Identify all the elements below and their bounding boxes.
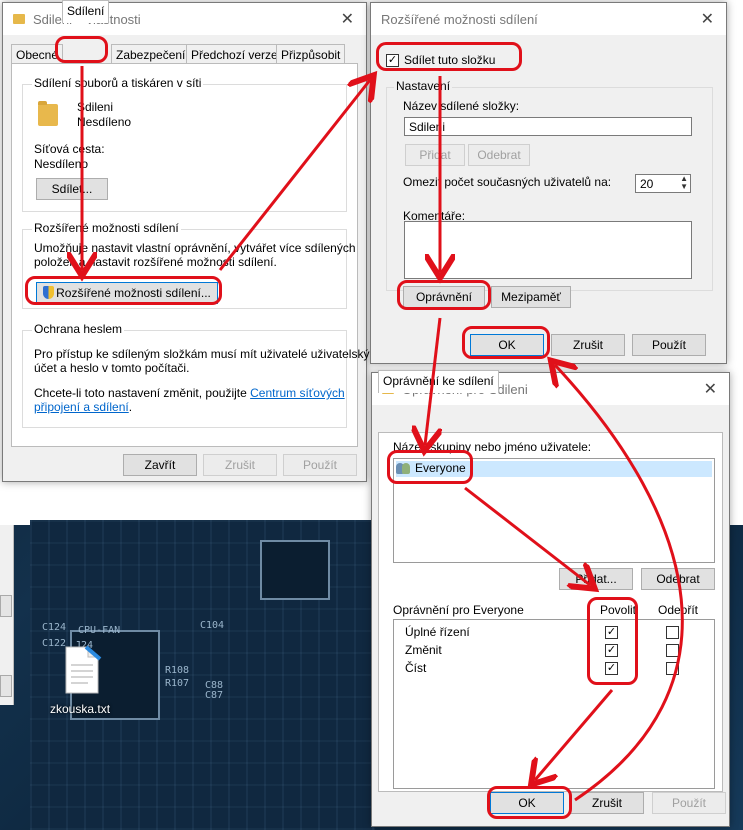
list-item-selected[interactable]: Everyone bbox=[396, 461, 712, 477]
close-icon[interactable]: ✕ bbox=[701, 9, 714, 29]
share-name-label: Název sdílené složky: bbox=[403, 99, 520, 113]
advanced-sharing-button[interactable]: Rozšířené možnosti sdílení... bbox=[36, 282, 218, 304]
tab-security[interactable]: Zabezpečení bbox=[111, 44, 191, 64]
tab-sharing[interactable]: Sdílení bbox=[62, 0, 110, 23]
share-name-field[interactable]: Sdileni bbox=[404, 117, 692, 136]
tab-share-permissions[interactable]: Oprávnění ke sdílení bbox=[378, 370, 499, 393]
allow-full-control-checkbox[interactable]: ✓ bbox=[605, 626, 618, 639]
permissions-dialog: Oprávnění pro Sdileni ✕ Oprávnění ke sdí… bbox=[371, 370, 730, 827]
spin-arrows-icon[interactable]: ▲ ▼ bbox=[680, 175, 688, 191]
group-label: Ochrana heslem bbox=[32, 322, 125, 336]
advanced-description: položek a nastavit rozšířené možnosti sd… bbox=[34, 255, 277, 269]
title-bar: Rozšířené možnosti sdílení ✕ bbox=[371, 3, 726, 35]
permission-label: Číst bbox=[405, 661, 427, 675]
folder-name: Sdileni bbox=[77, 100, 114, 114]
caching-button[interactable]: Mezipaměť bbox=[491, 286, 571, 308]
group-label: Sdílení souborů a tiskáren v síti bbox=[32, 76, 204, 90]
password-change-text-prefix: Chcete-li toto nastavení změnit, použijt… bbox=[34, 386, 251, 400]
group-label: Rozšířené možnosti sdílení bbox=[32, 221, 181, 235]
deny-full-control-checkbox[interactable] bbox=[666, 626, 679, 639]
network-center-link[interactable]: Centrum síťových bbox=[250, 386, 345, 400]
add-share-button[interactable]: Přidat bbox=[405, 144, 465, 166]
remove-share-button[interactable]: Odebrat bbox=[468, 144, 530, 166]
deny-change-checkbox[interactable] bbox=[666, 644, 679, 657]
apply-button[interactable]: Použít bbox=[283, 454, 357, 476]
apply-button[interactable]: Použít bbox=[632, 334, 706, 356]
add-user-button[interactable]: Přidat... bbox=[559, 568, 633, 590]
window-title: Rozšířené možnosti sdílení bbox=[381, 12, 538, 27]
properties-dialog: Sdileni – vlastnosti ✕ Obecné Sdílení Za… bbox=[2, 0, 369, 482]
sharing-panel: Sdílení souborů a tiskáren v síti Sdilen… bbox=[11, 63, 369, 447]
password-change-text: Chcete-li toto nastavení změnit, použijt… bbox=[34, 386, 345, 400]
ok-button[interactable]: OK bbox=[470, 334, 544, 356]
cancel-button[interactable]: Zrušit bbox=[570, 792, 644, 814]
board-label: R107 bbox=[165, 678, 190, 689]
wallpaper-chip bbox=[260, 540, 330, 600]
permissions-button[interactable]: Oprávnění bbox=[403, 286, 485, 308]
password-description: Pro přístup ke sdíleným složkám musí mít… bbox=[34, 347, 370, 361]
permission-label: Změnit bbox=[405, 643, 442, 657]
network-path-label: Síťová cesta: bbox=[34, 142, 105, 156]
board-label: C124 bbox=[42, 622, 67, 633]
close-icon[interactable]: ✕ bbox=[341, 9, 354, 29]
folder-icon bbox=[38, 101, 58, 126]
board-label: CPU-FAN bbox=[78, 625, 121, 636]
user-limit-label: Omezit počet současných uživatelů na: bbox=[403, 175, 612, 189]
advanced-sharing-button-label: Rozšířené možnosti sdílení... bbox=[56, 286, 211, 300]
advanced-description: Umožňuje nastavit vlastní oprávnění, vyt… bbox=[34, 241, 356, 255]
user-limit-value: 20 bbox=[640, 177, 654, 191]
close-button[interactable]: Zavřít bbox=[123, 454, 197, 476]
network-center-link-2[interactable]: připojení a sdílení bbox=[34, 400, 129, 414]
share-folder-label[interactable]: Sdílet tuto složku bbox=[404, 53, 495, 67]
allow-read-checkbox[interactable]: ✓ bbox=[605, 662, 618, 675]
period: . bbox=[128, 400, 133, 414]
password-description: účet a heslo v tomto počítači. bbox=[34, 361, 190, 375]
folder-icon bbox=[13, 14, 25, 24]
permission-label: Úplné řízení bbox=[405, 625, 470, 639]
share-folder-checkbox[interactable]: ✓ bbox=[386, 54, 399, 67]
user-name: Everyone bbox=[415, 461, 466, 475]
tab-customize[interactable]: Přizpůsobit bbox=[276, 44, 346, 64]
background-button[interactable] bbox=[0, 675, 12, 697]
group-label: Nastavení bbox=[394, 79, 453, 93]
cancel-button[interactable]: Zrušit bbox=[551, 334, 625, 356]
users-group-icon bbox=[396, 462, 412, 474]
password-change-text-2: připojení a sdílení. bbox=[34, 400, 132, 414]
desktop-file-label[interactable]: zkouska.txt bbox=[50, 702, 110, 716]
deny-read-checkbox[interactable] bbox=[666, 662, 679, 675]
group-users-label: Název skupiny nebo jméno uživatele: bbox=[393, 440, 592, 454]
cancel-button[interactable]: Zrušit bbox=[203, 454, 277, 476]
advanced-sharing-dialog: Rozšířené možnosti sdílení ✕ ✓ Sdílet tu… bbox=[370, 2, 727, 364]
permissions-for-label: Oprávnění pro Everyone bbox=[393, 603, 524, 617]
background-scrollbar[interactable] bbox=[0, 595, 12, 617]
network-path-value: Nesdíleno bbox=[34, 157, 89, 171]
user-limit-stepper[interactable]: 20 ▲ ▼ bbox=[635, 174, 691, 193]
board-label: R108 bbox=[165, 665, 190, 676]
title-bar: Sdileni – vlastnosti ✕ bbox=[3, 3, 366, 35]
apply-button[interactable]: Použít bbox=[652, 792, 726, 814]
permissions-panel: Název skupiny nebo jméno uživatele: Ever… bbox=[378, 432, 723, 792]
close-icon[interactable]: ✕ bbox=[704, 379, 717, 399]
deny-column-header: Odepřít bbox=[658, 603, 699, 617]
share-button[interactable]: Sdílet... bbox=[36, 178, 108, 200]
board-label: C104 bbox=[200, 620, 225, 631]
remove-user-button[interactable]: Odebrat bbox=[641, 568, 715, 590]
allow-change-checkbox[interactable]: ✓ bbox=[605, 644, 618, 657]
allow-column-header: Povolit bbox=[600, 603, 637, 617]
ok-button[interactable]: OK bbox=[490, 792, 564, 814]
background-window-edge bbox=[0, 525, 14, 705]
comment-field[interactable] bbox=[404, 221, 692, 279]
board-label: C87 bbox=[205, 690, 224, 701]
folder-status: Nesdíleno bbox=[77, 115, 132, 129]
users-list[interactable]: Everyone bbox=[393, 458, 715, 563]
text-file-icon[interactable] bbox=[60, 645, 110, 695]
uac-shield-icon bbox=[43, 286, 55, 299]
tab-previous-versions[interactable]: Předchozí verze bbox=[186, 44, 283, 64]
tab-general[interactable]: Obecné bbox=[11, 44, 64, 64]
